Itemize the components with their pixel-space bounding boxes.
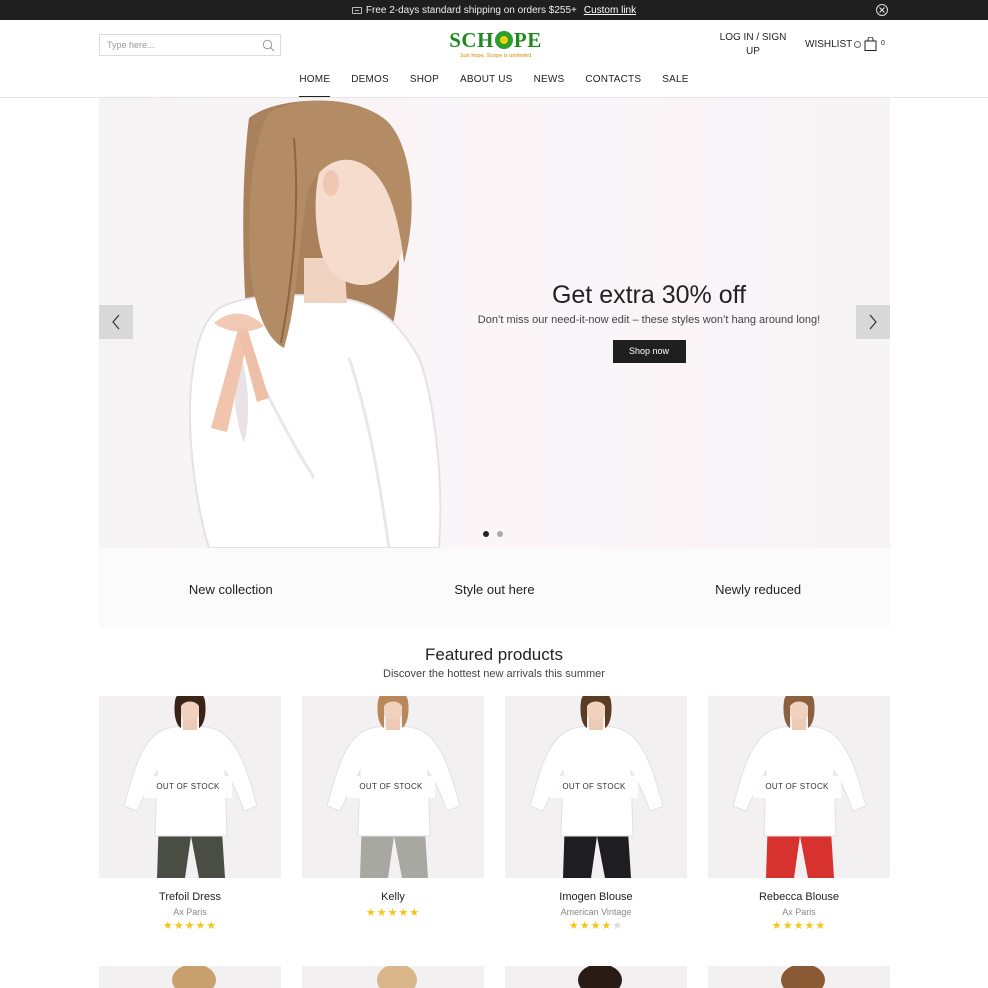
chevron-left-icon [112,314,120,330]
star-icon: ★ [793,920,805,932]
search-box [99,34,281,56]
star-icon: ★ [376,907,388,919]
product-name[interactable]: Kelly [302,891,484,903]
nav-item-sale[interactable]: SALE [662,73,688,97]
out-of-stock-badge: OUT OF STOCK [753,776,841,798]
slider-next-button[interactable] [856,305,890,339]
category-banners: New collection Style out here Newly redu… [99,548,890,628]
product-image[interactable] [99,966,281,988]
slider-dot-2[interactable] [497,531,503,537]
chevron-right-icon [869,314,877,330]
banner-newly-reduced[interactable]: Newly reduced [626,548,890,628]
logo-tagline: Just hope, Scope is unlimited [459,53,532,59]
star-icon: ★ [195,920,207,932]
cart-button[interactable]: 0 [864,37,885,51]
star-icon: ★ [804,920,816,932]
product-card[interactable]: OUT OF STOCK Imogen Blouse American Vint… [505,696,687,933]
shopping-bag-icon [864,37,877,51]
nav-item-shop[interactable]: SHOP [410,73,439,97]
close-icon [879,7,885,13]
logo-flower-icon [494,31,513,49]
out-of-stock-badge: OUT OF STOCK [144,776,232,798]
login-signup-link[interactable]: LOG IN / SIGN UP [718,31,788,59]
product-rating: ★★★★★ [505,920,687,933]
star-icon: ★ [206,920,218,932]
close-announcement-button[interactable] [876,4,888,16]
announcement-bar: Free 2-days standard shipping on orders … [0,0,988,20]
product-image[interactable] [708,966,890,988]
hero-model-image [188,100,442,548]
logo-wordmark: SCH PE [448,28,543,52]
star-icon: ★ [365,907,377,919]
star-icon: ★ [579,920,591,932]
product-name[interactable]: Imogen Blouse [505,891,687,903]
slider-dot-1[interactable] [483,531,489,537]
star-icon: ★ [162,920,174,932]
star-icon: ★ [771,920,783,932]
star-icon: ★ [409,907,421,919]
main-nav: HOME DEMOS SHOP ABOUT US NEWS CONTACTS S… [0,73,988,98]
star-icon: ★ [601,920,613,932]
product-card[interactable]: OUT OF STOCK Kelly ★★★★★ [302,696,484,920]
shipping-icon [351,6,362,14]
custom-link[interactable]: Custom link [584,5,636,16]
nav-item-news[interactable]: NEWS [534,73,565,97]
out-of-stock-badge: OUT OF STOCK [550,776,638,798]
search-icon[interactable] [262,39,275,52]
out-of-stock-badge: OUT OF STOCK [347,776,435,798]
product-card[interactable]: OUT OF STOCK Rebecca Blouse Ax Paris ★★★… [708,696,890,933]
slider-dots [483,531,511,537]
product-image[interactable] [505,966,687,988]
star-icon: ★ [398,907,410,919]
product-name[interactable]: Rebecca Blouse [708,891,890,903]
product-image[interactable]: OUT OF STOCK [505,696,687,878]
wishlist-link[interactable]: WISHLIST [805,39,862,50]
product-brand: Ax Paris [173,907,207,917]
hero-content: Get extra 30% off Don’t miss our need-it… [439,280,859,363]
product-image[interactable]: OUT OF STOCK [99,696,281,878]
star-icon: ★ [568,920,580,932]
site-logo[interactable]: SCH PE Just hope, Scope is unlimited [448,28,543,62]
product-image[interactable] [302,966,484,988]
featured-title: Featured products [425,645,563,664]
cart-count: 0 [881,40,885,47]
slider-prev-button[interactable] [99,305,133,339]
product-grid-row-2 [99,966,890,988]
product-rating: ★★★★★ [99,920,281,933]
announcement-text: Free 2-days standard shipping on orders … [365,4,577,16]
nav-item-home[interactable]: HOME [299,73,331,97]
star-icon: ★ [184,920,196,932]
hero-subtitle: Don’t miss our need-it-now edit – these … [477,314,821,326]
logo-text-suffix: PE [513,28,542,52]
star-icon: ★ [173,920,185,932]
nav-item-about-us[interactable]: ABOUT US [460,73,513,97]
star-icon: ★ [590,920,602,932]
star-icon: ★ [612,920,624,932]
product-image[interactable]: OUT OF STOCK [302,696,484,878]
product-brand: Ax Paris [782,907,816,917]
product-name[interactable]: Trefoil Dress [99,891,281,903]
nav-item-demos[interactable]: DEMOS [351,73,389,97]
star-icon: ★ [782,920,794,932]
product-image[interactable]: OUT OF STOCK [708,696,890,878]
logo-text-prefix: SCH [449,28,494,52]
banner-new-collection[interactable]: New collection [99,548,363,628]
info-icon [854,41,862,48]
wishlist-label: WISHLIST [805,39,853,50]
product-rating: ★★★★★ [708,920,890,933]
search-input[interactable] [100,40,255,50]
featured-subtitle: Discover the hottest new arrivals this s… [383,668,605,680]
shop-now-button[interactable]: Shop now [612,340,686,363]
hero-title: Get extra 30% off [551,281,747,309]
product-card[interactable]: OUT OF STOCK Trefoil Dress Ax Paris ★★★★… [99,696,281,933]
product-rating: ★★★★★ [302,907,484,920]
star-icon: ★ [815,920,827,932]
star-icon: ★ [387,907,399,919]
site-header: SCH PE Just hope, Scope is unlimited LOG… [0,20,988,98]
banner-style-out-here[interactable]: Style out here [363,548,627,628]
hero-slider: Get extra 30% off Don’t miss our need-it… [99,98,890,548]
product-brand: American Vintage [560,907,632,917]
nav-item-contacts[interactable]: CONTACTS [585,73,641,97]
